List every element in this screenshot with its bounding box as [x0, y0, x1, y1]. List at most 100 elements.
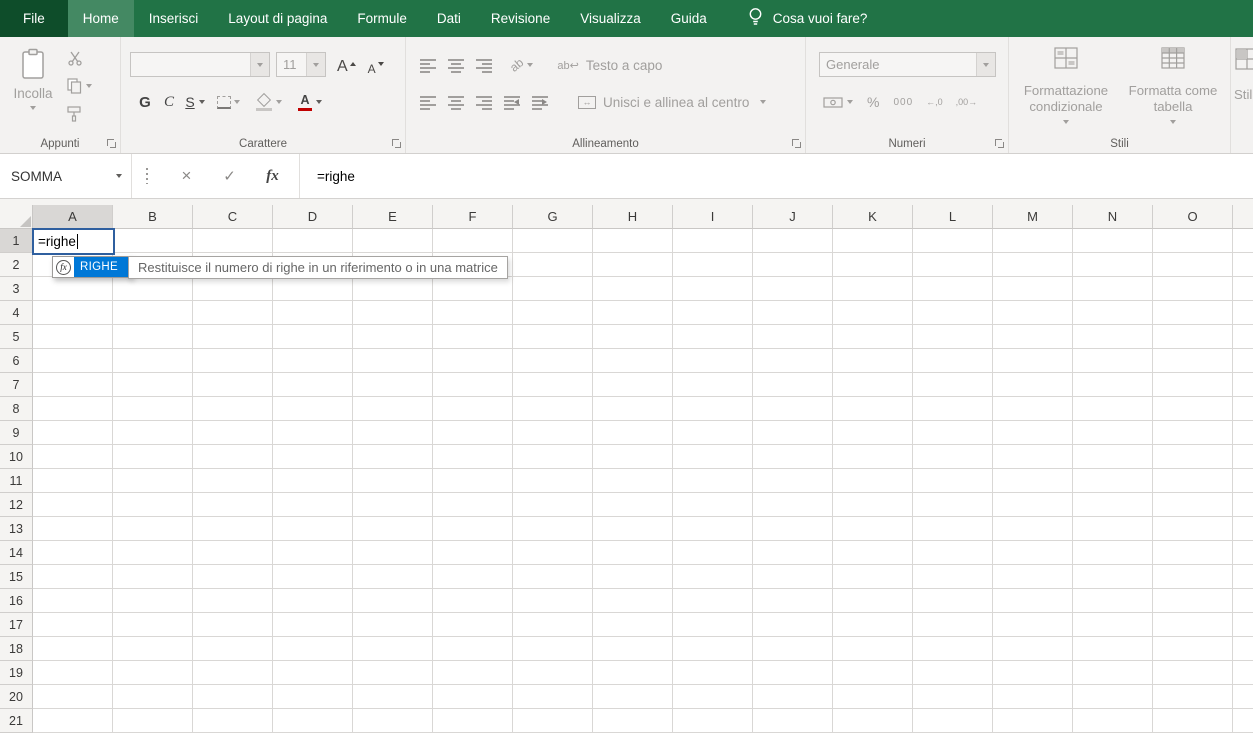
percent-style-button[interactable]: %	[867, 94, 879, 110]
fill-color-icon[interactable]	[255, 94, 273, 111]
name-box[interactable]: SOMMA	[0, 154, 132, 198]
borders-dropdown-arrow[interactable]	[234, 100, 240, 104]
row-header-20[interactable]: 20	[0, 685, 33, 709]
font-name-dropdown-arrow[interactable]	[250, 53, 269, 76]
row-header-7[interactable]: 7	[0, 373, 33, 397]
column-header-D[interactable]: D	[273, 205, 353, 229]
italic-button[interactable]: C	[157, 94, 181, 111]
autocomplete-item-righe[interactable]: RIGHE	[74, 257, 131, 277]
formula-input[interactable]: =righe	[300, 154, 1253, 198]
formula-bar-resizer[interactable]	[146, 168, 148, 184]
tab-layout-di-pagina[interactable]: Layout di pagina	[213, 0, 342, 37]
column-header-I[interactable]: I	[673, 205, 753, 229]
merge-center-dropdown-arrow[interactable]	[760, 100, 766, 104]
name-box-dropdown-arrow[interactable]	[116, 174, 122, 178]
column-header-A[interactable]: A	[33, 205, 113, 229]
select-all-corner[interactable]	[0, 205, 33, 229]
align-left-icon[interactable]	[420, 95, 436, 110]
conditional-formatting-button[interactable]: Formattazione condizionale	[1014, 44, 1118, 146]
row-header-5[interactable]: 5	[0, 325, 33, 349]
merge-center-button[interactable]: ↔ Unisci e allinea al centro	[578, 95, 766, 110]
tab-guida[interactable]: Guida	[656, 0, 722, 37]
cell-styles-button-clipped[interactable]: Stili cella	[1231, 37, 1253, 153]
formula-autocomplete[interactable]: fx RIGHE	[52, 256, 132, 278]
comma-style-button[interactable]: 000	[893, 97, 913, 108]
align-bottom-icon[interactable]	[476, 58, 492, 73]
numeri-dialog-launcher[interactable]	[995, 139, 1004, 148]
font-name-combobox[interactable]	[130, 52, 270, 77]
format-painter-button[interactable]	[62, 104, 92, 124]
enter-button[interactable]: ✓	[208, 154, 251, 198]
row-header-3[interactable]: 3	[0, 277, 33, 301]
shrink-font-button[interactable]: A	[368, 62, 384, 76]
increase-decimal-button[interactable]: ←,0	[926, 97, 943, 107]
row-header-14[interactable]: 14	[0, 541, 33, 565]
insert-function-button[interactable]: fx	[251, 154, 294, 198]
row-header-1[interactable]: 1	[0, 229, 33, 253]
column-header-O[interactable]: O	[1153, 205, 1233, 229]
font-size-combobox[interactable]: 11	[276, 52, 326, 77]
row-header-10[interactable]: 10	[0, 445, 33, 469]
font-color-icon[interactable]: A	[297, 94, 313, 111]
wrap-text-button[interactable]: ab↩ Testo a capo	[557, 58, 662, 73]
tab-home[interactable]: Home	[68, 0, 134, 37]
column-header-J[interactable]: J	[753, 205, 833, 229]
row-header-17[interactable]: 17	[0, 613, 33, 637]
font-size-dropdown-arrow[interactable]	[306, 53, 325, 76]
decrease-decimal-button[interactable]: ,00→	[956, 97, 978, 107]
fill-color-dropdown-arrow[interactable]	[276, 100, 282, 104]
row-header-2[interactable]: 2	[0, 253, 33, 277]
carattere-dialog-launcher[interactable]	[392, 139, 401, 148]
copy-button[interactable]	[62, 76, 92, 96]
row-header-12[interactable]: 12	[0, 493, 33, 517]
row-header-11[interactable]: 11	[0, 469, 33, 493]
format-as-table-button[interactable]: Formatta come tabella	[1121, 44, 1225, 146]
tell-me-search[interactable]: Cosa vuoi fare?	[748, 0, 868, 37]
tab-visualizza[interactable]: Visualizza	[565, 0, 656, 37]
bold-button[interactable]: G	[133, 94, 157, 111]
column-header-G[interactable]: G	[513, 205, 593, 229]
underline-dropdown-arrow[interactable]	[199, 100, 205, 104]
column-header-K[interactable]: K	[833, 205, 913, 229]
align-middle-icon[interactable]	[448, 58, 464, 73]
column-header-B[interactable]: B	[113, 205, 193, 229]
number-format-combobox[interactable]: Generale	[819, 52, 996, 77]
tab-formule[interactable]: Formule	[342, 0, 422, 37]
format-as-table-dropdown-arrow[interactable]	[1170, 120, 1176, 124]
row-header-13[interactable]: 13	[0, 517, 33, 541]
underline-button[interactable]: S	[181, 94, 199, 110]
row-header-15[interactable]: 15	[0, 565, 33, 589]
borders-icon[interactable]	[217, 96, 231, 109]
paste-button[interactable]: Incolla	[7, 43, 59, 127]
column-header-F[interactable]: F	[433, 205, 513, 229]
conditional-formatting-dropdown-arrow[interactable]	[1063, 120, 1069, 124]
tab-revisione[interactable]: Revisione	[476, 0, 565, 37]
tab-inserisci[interactable]: Inserisci	[134, 0, 214, 37]
row-header-4[interactable]: 4	[0, 301, 33, 325]
row-header-6[interactable]: 6	[0, 349, 33, 373]
column-header-M[interactable]: M	[993, 205, 1073, 229]
orientation-dropdown-arrow[interactable]	[527, 63, 533, 67]
active-cell-a1[interactable]: =righe	[32, 228, 115, 255]
align-right-icon[interactable]	[476, 95, 492, 110]
number-format-dropdown-arrow[interactable]	[976, 53, 995, 76]
column-header-L[interactable]: L	[913, 205, 993, 229]
appunti-dialog-launcher[interactable]	[107, 139, 116, 148]
row-header-16[interactable]: 16	[0, 589, 33, 613]
align-top-icon[interactable]	[420, 58, 436, 73]
align-center-icon[interactable]	[448, 95, 464, 110]
copy-dropdown-arrow[interactable]	[86, 84, 92, 88]
grid-cells[interactable]	[33, 229, 1253, 733]
column-header-E[interactable]: E	[353, 205, 433, 229]
column-header-H[interactable]: H	[593, 205, 673, 229]
row-header-18[interactable]: 18	[0, 637, 33, 661]
row-header-19[interactable]: 19	[0, 661, 33, 685]
increase-indent-icon[interactable]	[532, 95, 548, 110]
tab-dati[interactable]: Dati	[422, 0, 476, 37]
column-header-C[interactable]: C	[193, 205, 273, 229]
row-header-9[interactable]: 9	[0, 421, 33, 445]
row-header-21[interactable]: 21	[0, 709, 33, 733]
accounting-format-button[interactable]	[823, 96, 853, 109]
font-color-dropdown-arrow[interactable]	[316, 100, 322, 104]
grow-font-button[interactable]: A	[337, 58, 356, 76]
